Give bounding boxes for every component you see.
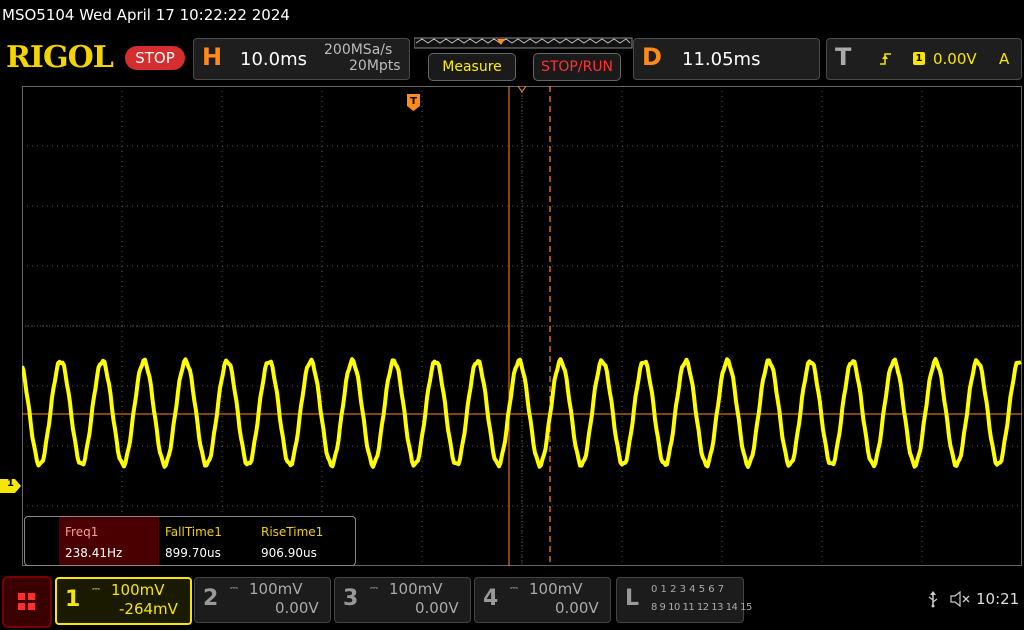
stop-run-button[interactable]: STOP/RUN bbox=[533, 53, 621, 81]
ch1-marker-label: 1 bbox=[7, 478, 14, 489]
channel-number: 1 bbox=[65, 587, 81, 612]
dc-coupling-icon: ⎓ bbox=[510, 583, 518, 594]
delay-letter: D bbox=[642, 43, 662, 71]
run-state-badge[interactable]: STOP bbox=[125, 46, 185, 70]
dc-coupling-icon: ⎓ bbox=[92, 584, 100, 595]
channel-offset: -264mV bbox=[119, 600, 178, 618]
channel-scale: 100mV bbox=[529, 580, 583, 598]
channel-scale: 100mV bbox=[389, 580, 443, 598]
channel-2-panel[interactable]: 2 ⎓ 100mV 0.00V bbox=[194, 577, 331, 623]
channel-offset: 0.00V bbox=[275, 599, 319, 617]
measure-value: 906.90us bbox=[261, 546, 317, 560]
timebase-value: 10.0ms bbox=[240, 49, 307, 70]
trigger-letter: T bbox=[835, 43, 852, 71]
logic-channels-panel[interactable]: L 0 1 2 3 4 5 6 7 8 9 10 11 12 13 14 15 bbox=[616, 577, 752, 623]
channel-scale: 100mV bbox=[111, 581, 165, 599]
dc-coupling-icon: ⎓ bbox=[230, 583, 238, 594]
horizontal-panel[interactable]: H 10.0ms 200MSa/s 20Mpts bbox=[193, 38, 410, 80]
ch1-offset-marker[interactable]: 1 bbox=[0, 478, 22, 493]
trigger-mode: A bbox=[999, 50, 1010, 68]
measure-label: FallTime1 bbox=[165, 525, 222, 539]
sample-rate: 200MSa/s bbox=[324, 42, 393, 58]
measure-freq[interactable]: Freq1 238.41Hz bbox=[59, 517, 159, 565]
trigger-source-badge: 1 bbox=[913, 52, 925, 65]
home-menu-button[interactable] bbox=[2, 576, 52, 628]
measure-label: Freq1 bbox=[65, 525, 99, 539]
logic-letter: L bbox=[625, 586, 640, 611]
grid-menu-icon bbox=[18, 593, 35, 610]
channel-4-panel[interactable]: 4 ⎓ 100mV 0.00V bbox=[474, 577, 611, 623]
measure-value: 238.41Hz bbox=[65, 546, 123, 560]
system-clock: 10:21 bbox=[976, 590, 1020, 608]
delay-value: 11.05ms bbox=[682, 49, 761, 70]
trigger-panel[interactable]: T 1 0.00V A bbox=[826, 38, 1022, 80]
trigger-level: 0.00V bbox=[933, 50, 977, 68]
horizontal-letter: H bbox=[202, 43, 223, 71]
model-datetime: MSO5104 Wed April 17 10:22:22 2024 bbox=[2, 6, 290, 24]
channel-offset: 0.00V bbox=[555, 599, 599, 617]
channel-number: 3 bbox=[343, 586, 359, 611]
trigger-marker-label: T bbox=[410, 96, 417, 107]
channel-1-panel[interactable]: 1 ⎓ 100mV -264mV bbox=[55, 577, 192, 625]
channel-3-panel[interactable]: 3 ⎓ 100mV 0.00V bbox=[334, 577, 471, 623]
dc-coupling-icon: ⎓ bbox=[370, 583, 378, 594]
measure-falltime[interactable]: FallTime1 899.70us bbox=[159, 517, 255, 565]
logic-row-high: 8 9 10 11 12 13 14 15 bbox=[651, 602, 752, 613]
rising-edge-icon bbox=[880, 53, 891, 65]
delay-panel[interactable]: D 11.05ms bbox=[633, 38, 820, 80]
channel-number: 4 bbox=[483, 586, 499, 611]
memory-depth: 20Mpts bbox=[349, 58, 401, 74]
measure-risetime[interactable]: RiseTime1 906.90us bbox=[255, 517, 351, 565]
measure-button[interactable]: Measure bbox=[428, 53, 516, 81]
mute-icon[interactable] bbox=[950, 591, 972, 607]
measurement-results-panel[interactable]: Freq1 238.41Hz FallTime1 899.70us RiseTi… bbox=[24, 516, 356, 566]
channel-offset: 0.00V bbox=[415, 599, 459, 617]
logic-row-low: 0 1 2 3 4 5 6 7 bbox=[651, 584, 725, 595]
rigol-logo: RIGOL bbox=[6, 40, 114, 75]
usb-icon bbox=[928, 591, 938, 608]
measure-label: RiseTime1 bbox=[261, 525, 324, 539]
channel-scale: 100mV bbox=[249, 580, 303, 598]
measure-value: 899.70us bbox=[165, 546, 221, 560]
memory-position-strip[interactable] bbox=[414, 37, 634, 51]
channel-number: 2 bbox=[203, 586, 219, 611]
waveform-display[interactable]: T bbox=[22, 86, 1022, 566]
